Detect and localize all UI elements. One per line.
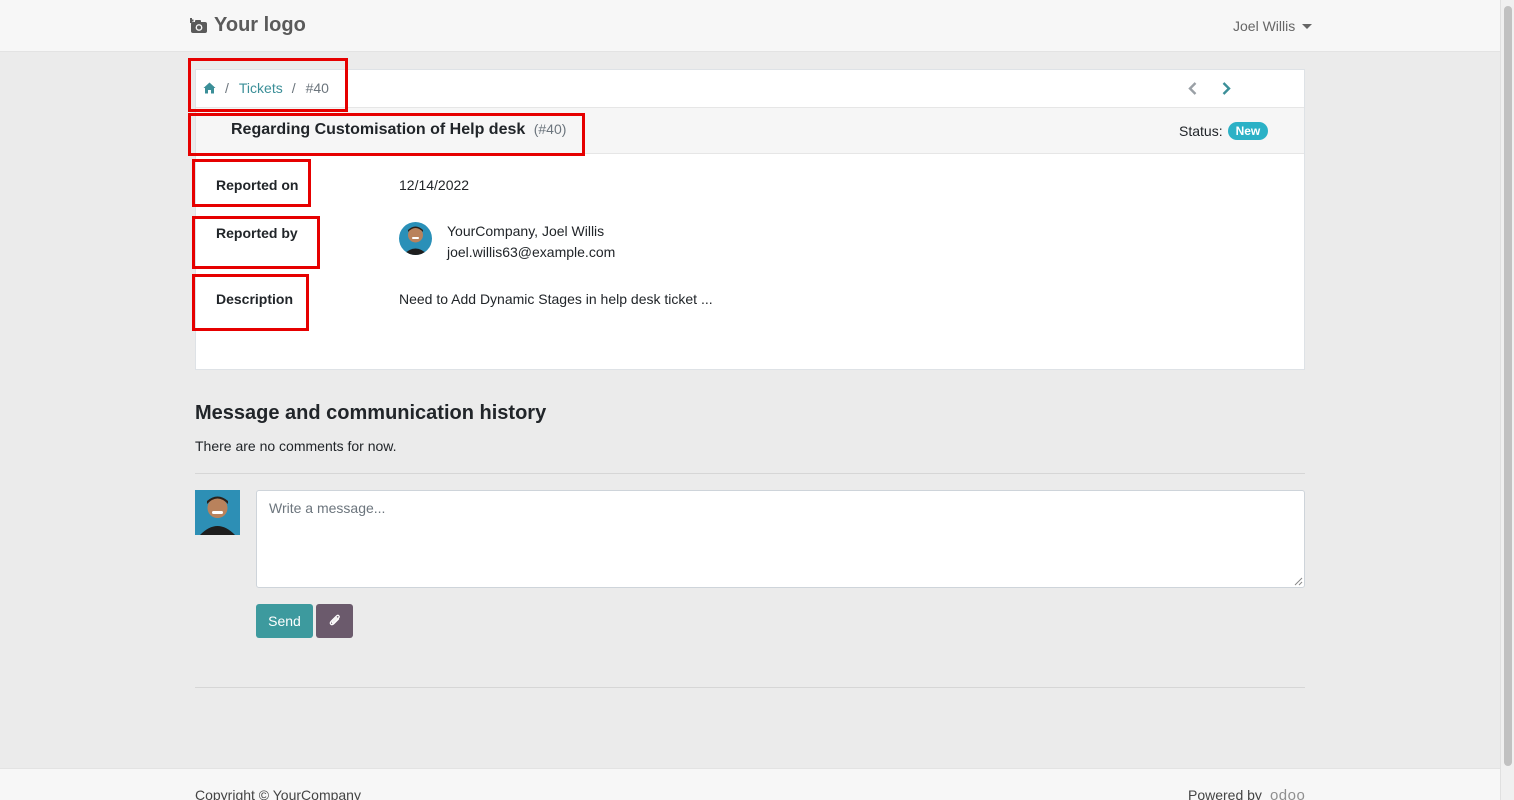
logo-text: Your logo <box>214 14 306 36</box>
description-value: Need to Add Dynamic Stages in help desk … <box>399 291 713 307</box>
reported-on-value: 12/14/2022 <box>399 177 470 193</box>
breadcrumb-separator: / <box>291 80 296 96</box>
caret-down-icon <box>1302 23 1313 29</box>
breadcrumb-current: #40 <box>305 80 329 96</box>
no-comments-text: There are no comments for now. <box>195 438 397 454</box>
page-footer: Copyright © YourCompany Powered by odoo <box>0 768 1500 800</box>
powered-by-label: Powered by <box>1188 787 1262 800</box>
status-label: Status: <box>1179 123 1223 139</box>
top-navbar: Your logo Joel Willis <box>0 0 1500 52</box>
copyright-text: Copyright © YourCompany <box>195 787 361 800</box>
divider <box>195 687 1305 688</box>
reporter-name: YourCompany, Joel Willis <box>447 223 605 239</box>
page-scrollbar[interactable] <box>1500 0 1514 800</box>
history-heading: Message and communication history <box>195 402 547 424</box>
camera-icon <box>190 17 208 34</box>
ticket-title-text: Regarding Customisation of Help desk <box>231 121 526 138</box>
ticket-status: Status: New <box>1179 122 1269 140</box>
reporter-email: joel.willis63@example.com <box>447 244 616 260</box>
ticket-header: Regarding Customisation of Help desk (#4… <box>196 108 1304 154</box>
user-menu-dropdown[interactable]: Joel Willis <box>1233 18 1313 34</box>
breadcrumb: / Tickets / #40 <box>202 80 329 96</box>
reporter-avatar <box>399 222 432 255</box>
powered-by[interactable]: Powered by odoo <box>1188 787 1305 800</box>
breadcrumb-separator: / <box>225 80 229 96</box>
ticket-title: Regarding Customisation of Help desk (#4… <box>231 121 566 139</box>
breadcrumb-tickets-link[interactable]: Tickets <box>239 80 283 96</box>
divider <box>195 473 1305 474</box>
home-icon[interactable] <box>202 81 216 95</box>
ticket-card: / Tickets / #40 Regarding Customisation … <box>195 69 1305 370</box>
attach-button[interactable] <box>316 604 353 638</box>
resize-grip-icon[interactable] <box>1294 577 1303 586</box>
ticket-reference: (#40) <box>533 121 567 137</box>
reported-on-label: Reported on <box>216 177 299 193</box>
description-label: Description <box>216 291 294 307</box>
send-button[interactable]: Send <box>256 604 313 638</box>
card-toolbar: / Tickets / #40 <box>196 70 1304 108</box>
scrollbar-thumb[interactable] <box>1504 6 1512 766</box>
user-name: Joel Willis <box>1233 18 1296 34</box>
record-pager <box>1186 81 1232 95</box>
chevron-left-icon[interactable] <box>1186 81 1198 95</box>
brand-logo[interactable]: Your logo <box>190 14 306 37</box>
reported-by-label: Reported by <box>216 225 298 241</box>
paperclip-icon <box>329 613 341 630</box>
reporter-info: YourCompany, Joel Willis joel.willis63@e… <box>399 222 615 263</box>
message-input[interactable] <box>256 490 1305 588</box>
status-badge: New <box>1227 122 1269 140</box>
odoo-logo: odoo <box>1269 787 1306 800</box>
current-user-avatar <box>195 490 240 535</box>
chevron-right-icon[interactable] <box>1220 81 1232 95</box>
